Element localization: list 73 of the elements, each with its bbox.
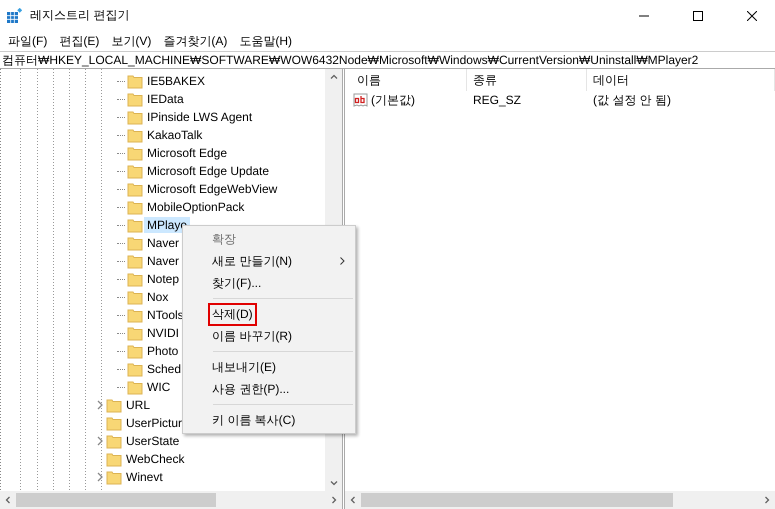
folder-icon — [127, 271, 143, 287]
menu-item[interactable]: 키 이름 복사(C) — [210, 410, 298, 430]
folder-icon — [106, 433, 122, 449]
value-data: (값 설정 안 됨) — [592, 92, 672, 108]
tree-item[interactable]: Microsoft Edge — [144, 145, 230, 161]
menu-item[interactable]: 편집(E) — [53, 32, 106, 50]
registry-editor-icon — [6, 8, 22, 24]
tree-item[interactable]: Naver — [144, 235, 182, 251]
value-type: REG_SZ — [472, 93, 522, 107]
tree-item[interactable]: WIC — [144, 379, 174, 395]
folder-icon — [106, 469, 122, 485]
folder-icon — [127, 361, 143, 377]
tree-item[interactable]: URL — [123, 397, 154, 413]
menu-item[interactable]: 파일(F) — [2, 32, 54, 50]
menu-item[interactable]: 즐겨찾기(A) — [157, 32, 234, 50]
folder-icon — [106, 451, 122, 467]
close-icon — [747, 10, 757, 20]
folder-icon — [127, 343, 143, 359]
folder-icon — [127, 181, 143, 197]
menu-item[interactable]: 보기(V) — [105, 32, 158, 50]
string-value-icon — [353, 92, 369, 108]
tree-item[interactable]: Microsoft Edge Update — [144, 163, 272, 179]
column-header[interactable]: 종류 — [467, 69, 587, 91]
tree-item[interactable]: UserState — [123, 433, 182, 449]
folder-icon — [127, 199, 143, 215]
tree-item[interactable]: UserPictur — [123, 415, 186, 431]
window-title: 레지스트리 편집기 — [30, 7, 130, 24]
tree-item[interactable]: Notep — [144, 271, 182, 287]
tree-item[interactable]: Photo — [144, 343, 182, 359]
folder-icon — [127, 379, 143, 395]
folder-icon — [127, 307, 143, 323]
folder-icon — [127, 127, 143, 143]
folder-icon — [127, 73, 143, 89]
folder-icon — [106, 415, 122, 431]
horizontal-scrollbar[interactable] — [345, 491, 775, 509]
menu-item[interactable]: 사용 권한(P)... — [210, 380, 292, 398]
expand-chevron-icon[interactable] — [96, 472, 104, 482]
expand-chevron-icon[interactable] — [96, 436, 104, 446]
tree-item[interactable]: IEData — [144, 91, 187, 107]
address-bar[interactable]: 컴퓨터₩HKEY_LOCAL_MACHINE₩SOFTWARE₩WOW6432Node₩Microsoft₩Windows₩CurrentVersion₩Uninstall₩MPlayer2 — [0, 51, 775, 69]
menu-item[interactable]: 새로 만들기(N) — [210, 252, 294, 270]
tree-item[interactable]: KakaoTalk — [144, 127, 206, 143]
folder-icon — [106, 397, 122, 413]
folder-icon — [127, 325, 143, 341]
horizontal-scrollbar[interactable] — [0, 491, 342, 509]
maximize-icon — [693, 10, 703, 20]
folder-icon — [127, 289, 143, 305]
tree-item[interactable]: Microsoft EdgeWebView — [144, 181, 280, 197]
value-name: (기본값) — [371, 92, 415, 108]
menu-item[interactable]: 내보내기(E) — [210, 358, 278, 376]
menu-item[interactable]: 찾기(F)... — [210, 274, 264, 292]
tree-item[interactable]: NVIDI — [144, 325, 182, 341]
folder-icon — [127, 217, 143, 233]
folder-icon — [127, 235, 143, 251]
menu-item[interactable]: 이름 바꾸기(R) — [210, 326, 294, 346]
column-header[interactable]: 이름 — [351, 69, 467, 91]
menu-item[interactable]: 도움말(H) — [233, 32, 298, 50]
tree-item[interactable]: Sched — [144, 361, 184, 377]
folder-icon — [127, 91, 143, 107]
tree-item[interactable]: Nox — [144, 289, 172, 305]
tree-item[interactable]: Winevt — [123, 469, 166, 485]
tree-item[interactable]: IE5BAKEX — [144, 73, 208, 89]
folder-icon — [127, 145, 143, 161]
tree-item[interactable]: IPinside LWS Agent — [144, 109, 256, 125]
menu-item[interactable]: 삭제(D) — [210, 304, 255, 324]
tree-item[interactable]: Naver — [144, 253, 182, 269]
tree-item[interactable]: MobileOptionPack — [144, 199, 248, 215]
expand-chevron-icon[interactable] — [96, 400, 104, 410]
column-header[interactable]: 데이터 — [587, 69, 775, 91]
folder-icon — [127, 163, 143, 179]
tree-item[interactable]: WebCheck — [123, 451, 188, 467]
folder-icon — [127, 253, 143, 269]
folder-icon — [127, 109, 143, 125]
